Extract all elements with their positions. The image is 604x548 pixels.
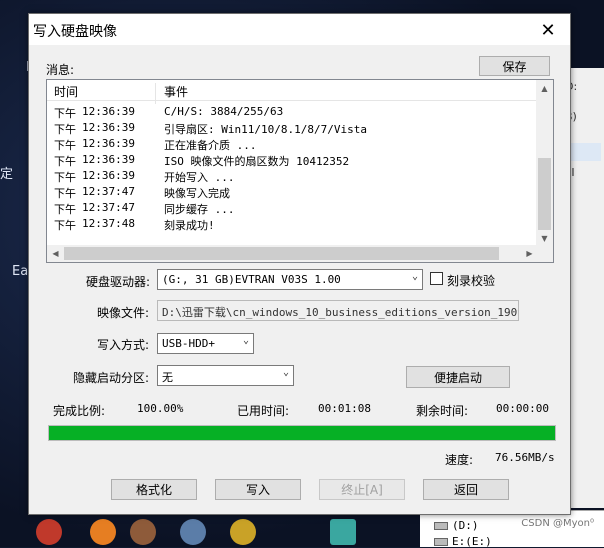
watermark: CSDN @Myon⁰ <box>521 518 594 529</box>
app-icon <box>180 519 206 545</box>
percent-label: 完成比例: <box>53 404 106 418</box>
chevron-down-icon: ⌄ <box>242 335 249 346</box>
scroll-up-icon[interactable]: ▲ <box>536 80 553 97</box>
hidden-partition-label: 隐藏启动分区: <box>73 371 150 385</box>
log-row[interactable]: 下午 12:36:39 引导扇区: Win11/10/8.1/8/7/Vista <box>47 120 539 136</box>
drive-select[interactable]: (G:, 31 GB)EVTRAN V03S 1.00 ⌄ <box>157 269 423 290</box>
drive-label: E:(E:) <box>452 535 492 548</box>
log-event: 引导扇区: Win11/10/8.1/8/7/Vista <box>164 123 367 136</box>
drive-label: (D:) <box>452 519 479 532</box>
image-file-label: 映像文件: <box>97 306 150 320</box>
drive-label: 硬盘驱动器: <box>86 275 151 289</box>
desktop-text: 定 <box>0 167 14 182</box>
messages-label: 消息: <box>46 63 75 77</box>
log-ampm: 下午 <box>54 107 76 120</box>
verify-label[interactable]: 刻录校验 <box>447 272 495 289</box>
log-row[interactable]: 下午 12:37:47 映像写入完成 <box>47 184 539 200</box>
dialog-title: 写入硬盘映像 <box>33 24 117 40</box>
write-button[interactable]: 写入 <box>215 479 301 500</box>
progress-bar <box>48 425 556 441</box>
log-time: 12:36:39 <box>82 121 135 134</box>
log-event: 映像写入完成 <box>164 187 230 200</box>
vertical-scroll-thumb[interactable] <box>538 158 551 230</box>
write-mode-value: USB-HDD+ <box>162 337 215 350</box>
log-event: ISO 映像文件的扇区数为 10412352 <box>164 155 350 168</box>
app-icon <box>130 519 156 545</box>
log-header: 时间 事件 <box>47 80 539 104</box>
remaining-value: 00:00:00 <box>496 402 549 415</box>
horizontal-scroll-thumb[interactable] <box>64 247 499 260</box>
back-button[interactable]: 返回 <box>423 479 509 500</box>
log-ampm: 下午 <box>54 155 76 168</box>
drive-select-value: (G:, 31 GB)EVTRAN V03S 1.00 <box>162 273 341 286</box>
vertical-scrollbar[interactable]: ▲ ▼ <box>536 80 553 247</box>
log-ampm: 下午 <box>54 187 76 200</box>
log-row[interactable]: 下午 12:37:47 同步缓存 ... <box>47 200 539 216</box>
log-ampm: 下午 <box>54 203 76 216</box>
log-time: 12:36:39 <box>82 169 135 182</box>
scroll-corner <box>536 245 553 262</box>
column-header-event[interactable]: 事件 <box>164 83 188 100</box>
remaining-label: 剩余时间: <box>416 404 469 418</box>
log-event: 刻录成功! <box>164 219 215 232</box>
log-row[interactable]: 下午 12:37:48 刻录成功! <box>47 216 539 232</box>
log-ampm: 下午 <box>54 171 76 184</box>
write-disk-image-dialog: 写入硬盘映像 ✕ 消息: 保存 时间 事件 下午 12:36:39 C/H/S: 3… <box>28 13 571 515</box>
drive-icon <box>434 538 448 546</box>
save-button[interactable]: 保存 <box>479 56 550 76</box>
log-row[interactable]: 下午 12:36:39 正在准备介质 ... <box>47 136 539 152</box>
log-time: 12:37:48 <box>82 217 135 230</box>
hidden-partition-value: 无 <box>162 371 173 384</box>
log-event: C/H/S: 3884/255/63 <box>164 105 284 118</box>
verify-checkbox[interactable] <box>430 272 443 285</box>
app-icon <box>36 519 62 545</box>
log-event: 正在准备介质 ... <box>164 139 257 152</box>
horizontal-scrollbar[interactable]: ◀ ▶ <box>47 245 538 262</box>
image-file-field[interactable]: D:\迅雷下载\cn_windows_10_business_editions_… <box>157 300 519 321</box>
title-bar[interactable]: 写入硬盘映像 ✕ <box>29 14 570 45</box>
close-button[interactable]: ✕ <box>526 14 570 45</box>
speed-value: 76.56MB/s <box>495 451 555 464</box>
format-button[interactable]: 格式化 <box>111 479 197 500</box>
app-icon <box>330 519 356 545</box>
log-event: 同步缓存 ... <box>164 203 235 216</box>
log-ampm: 下午 <box>54 219 76 232</box>
hidden-partition-select[interactable]: 无 ⌄ <box>157 365 294 386</box>
chevron-down-icon: ⌄ <box>411 271 418 282</box>
close-icon: ✕ <box>540 20 556 40</box>
abort-button[interactable]: 终止[A] <box>319 479 405 500</box>
log-time: 12:36:39 <box>82 137 135 150</box>
log-row[interactable]: 下午 12:36:39 ISO 映像文件的扇区数为 10412352 <box>47 152 539 168</box>
log-time: 12:36:39 <box>82 153 135 166</box>
app-icon <box>90 519 116 545</box>
progress-fill <box>49 426 555 440</box>
column-divider[interactable] <box>155 83 156 104</box>
desktop-text: Ea <box>12 264 29 279</box>
message-log[interactable]: 时间 事件 下午 12:36:39 C/H/S: 3884/255/63 下午 12:3… <box>46 79 554 263</box>
log-ampm: 下午 <box>54 123 76 136</box>
log-time: 12:36:39 <box>82 105 135 118</box>
log-event: 开始写入 ... <box>164 171 235 184</box>
quick-boot-button[interactable]: 便捷启动 <box>406 366 510 388</box>
log-row[interactable]: 下午 12:36:39 开始写入 ... <box>47 168 539 184</box>
speed-label: 速度: <box>445 453 474 467</box>
log-time: 12:37:47 <box>82 201 135 214</box>
elapsed-label: 已用时间: <box>237 404 290 418</box>
elapsed-value: 00:01:08 <box>318 402 371 415</box>
drive-icon <box>434 522 448 530</box>
drive-item: (D:) <box>434 519 479 532</box>
log-row[interactable]: 下午 12:36:39 C/H/S: 3884/255/63 <box>47 104 539 120</box>
percent-value: 100.00% <box>137 402 184 415</box>
scroll-left-icon[interactable]: ◀ <box>47 245 64 262</box>
log-time: 12:37:47 <box>82 185 135 198</box>
app-icon <box>230 519 256 545</box>
chevron-down-icon: ⌄ <box>282 367 289 378</box>
column-header-time[interactable]: 时间 <box>54 83 78 100</box>
taskbar <box>30 517 430 547</box>
drive-item: E:(E:) <box>434 535 492 548</box>
log-ampm: 下午 <box>54 139 76 152</box>
write-mode-label: 写入方式: <box>97 338 150 352</box>
write-mode-select[interactable]: USB-HDD+ ⌄ <box>157 333 254 354</box>
